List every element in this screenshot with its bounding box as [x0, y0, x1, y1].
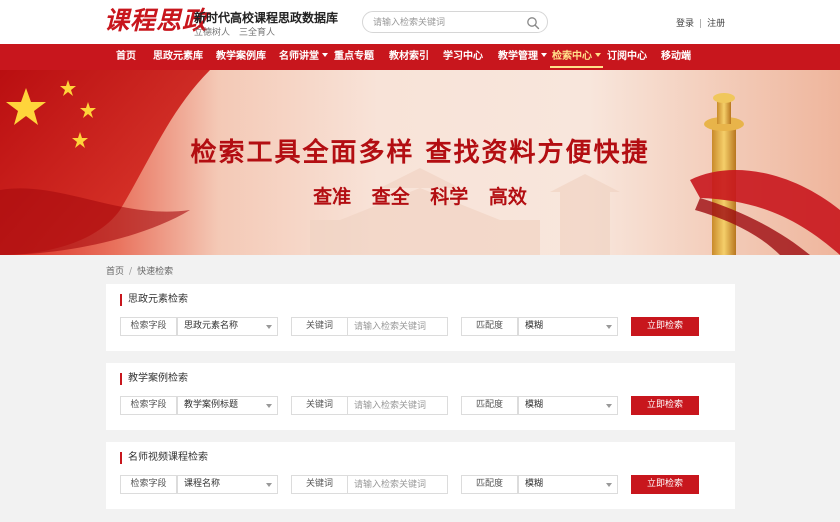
panel-title: 名师视频课程检索: [120, 452, 208, 464]
chevron-down-icon: [266, 404, 272, 408]
keyword-label: 关键词: [291, 317, 348, 336]
match-select[interactable]: 模糊: [518, 475, 618, 494]
keyword-label: 关键词: [291, 475, 348, 494]
field-select[interactable]: 教学案例标题: [177, 396, 278, 415]
nav-label: 移动端: [661, 51, 691, 62]
match-select-value: 模糊: [525, 400, 544, 410]
chevron-down-icon: [606, 483, 612, 487]
breadcrumb-current: 快速检索: [137, 267, 174, 277]
search-input[interactable]: [373, 15, 523, 30]
field-select[interactable]: 思政元素名称: [177, 317, 278, 336]
search-button[interactable]: 立即检索: [631, 475, 699, 494]
site-slogan: 立德树人 三全育人: [194, 28, 276, 38]
nav-label: 思政元素库: [153, 51, 203, 62]
header-search: [362, 11, 548, 33]
site-header: 课程思政 新时代高校课程思政数据库 立德树人 三全育人 登录 | 注册: [0, 0, 840, 44]
register-link[interactable]: 注册: [707, 19, 725, 29]
logo[interactable]: 课程思政: [104, 6, 208, 36]
auth-links: 登录 | 注册: [676, 16, 725, 29]
site-title: 新时代高校课程思政数据库: [194, 11, 339, 25]
field-label: 检索字段: [120, 396, 177, 415]
banner-title: 检索工具全面多样 查找资料方便快捷: [190, 138, 650, 168]
nav-item-lectures[interactable]: 名师讲堂: [279, 44, 328, 70]
chevron-down-icon: [606, 325, 612, 329]
field-select-value: 教学案例标题: [184, 400, 239, 410]
breadcrumb-home[interactable]: 首页: [106, 267, 124, 277]
breadcrumb-separator: /: [129, 267, 133, 277]
panel-title: 教学案例检索: [120, 373, 188, 385]
keyword-input[interactable]: [348, 317, 448, 336]
chevron-down-icon: [541, 53, 547, 57]
nav-label: 首页: [116, 51, 136, 62]
field-label: 检索字段: [120, 475, 177, 494]
chevron-down-icon: [606, 404, 612, 408]
nav-item-textbooks[interactable]: 教材索引: [389, 44, 429, 70]
match-label: 匹配度: [461, 475, 518, 494]
match-select-value: 模糊: [525, 321, 544, 331]
nav-label: 检索中心: [552, 51, 592, 62]
match-label: 匹配度: [461, 317, 518, 336]
nav-item-subscribe[interactable]: 订阅中心: [607, 44, 647, 70]
nav-label: 重点专题: [334, 51, 374, 62]
nav-label: 教材索引: [389, 51, 429, 62]
nav-item-learning[interactable]: 学习中心: [443, 44, 483, 70]
chevron-down-icon: [266, 483, 272, 487]
nav-item-elements[interactable]: 思政元素库: [153, 44, 203, 70]
nav-item-teaching-mgmt[interactable]: 教学管理: [498, 44, 547, 70]
keyword-label: 关键词: [291, 396, 348, 415]
search-panel-cases: 教学案例检索 检索字段 教学案例标题 关键词 匹配度 模糊 立即检索: [106, 363, 735, 430]
field-select-value: 课程名称: [184, 479, 221, 489]
search-icon[interactable]: [526, 16, 540, 30]
nav-label: 名师讲堂: [279, 51, 319, 62]
breadcrumb: 首页 / 快速检索: [106, 264, 173, 277]
nav-label: 教学管理: [498, 51, 538, 62]
field-label: 检索字段: [120, 317, 177, 336]
field-select-value: 思政元素名称: [184, 321, 239, 331]
auth-separator: |: [699, 19, 703, 29]
nav-label: 订阅中心: [607, 51, 647, 62]
nav-item-search-center[interactable]: 检索中心: [550, 44, 603, 70]
nav-item-cases[interactable]: 教学案例库: [216, 44, 266, 70]
nav-item-topics[interactable]: 重点专题: [334, 44, 374, 70]
search-button[interactable]: 立即检索: [631, 396, 699, 415]
keyword-input[interactable]: [348, 396, 448, 415]
match-select-value: 模糊: [525, 479, 544, 489]
nav-label: 学习中心: [443, 51, 483, 62]
chevron-down-icon: [266, 325, 272, 329]
nav-label: 教学案例库: [216, 51, 266, 62]
chevron-down-icon: [322, 53, 328, 57]
panel-title: 思政元素检索: [120, 294, 188, 306]
search-panel-elements: 思政元素检索 检索字段 思政元素名称 关键词 匹配度 模糊 立即检索: [106, 284, 735, 351]
chevron-down-icon: [595, 53, 601, 57]
keyword-input[interactable]: [348, 475, 448, 494]
main-nav: 首页 思政元素库 教学案例库 名师讲堂 重点专题 教材索引 学习中心 教学管理 …: [0, 44, 840, 70]
match-select[interactable]: 模糊: [518, 396, 618, 415]
search-panel-videos: 名师视频课程检索 检索字段 课程名称 关键词 匹配度 模糊 立即检索: [106, 442, 735, 509]
search-button[interactable]: 立即检索: [631, 317, 699, 336]
match-select[interactable]: 模糊: [518, 317, 618, 336]
login-link[interactable]: 登录: [676, 19, 694, 29]
field-select[interactable]: 课程名称: [177, 475, 278, 494]
hero-banner: 检索工具全面多样 查找资料方便快捷 查准 查全 科学 高效: [0, 70, 840, 255]
nav-item-home[interactable]: 首页: [116, 44, 136, 70]
banner-subtitle: 查准 查全 科学 高效: [313, 186, 527, 208]
match-label: 匹配度: [461, 396, 518, 415]
nav-item-mobile[interactable]: 移动端: [661, 44, 691, 70]
